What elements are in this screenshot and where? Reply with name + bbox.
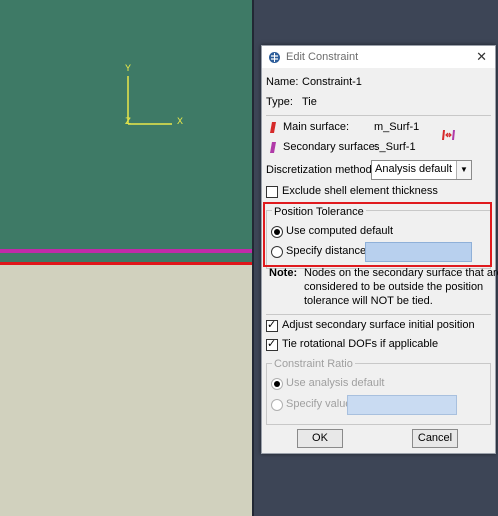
constraint-ratio-title: Constraint Ratio <box>272 358 355 370</box>
specify-value-label: Specify value <box>286 398 352 410</box>
divider <box>266 115 491 116</box>
viewport-lower-region <box>0 265 252 516</box>
dialog-app-icon <box>268 51 281 67</box>
discretization-value: Analysis default <box>375 163 453 175</box>
name-value: Constraint-1 <box>302 76 362 88</box>
divider <box>266 314 491 315</box>
discretization-select[interactable]: Analysis default ▼ <box>371 160 472 180</box>
chevron-down-icon[interactable]: ▼ <box>456 161 471 179</box>
axis-triad: Y X Z <box>118 62 198 132</box>
note-label: Note: <box>269 267 298 279</box>
adjust-secondary-label: Adjust secondary surface initial positio… <box>282 319 475 331</box>
close-icon[interactable]: ✕ <box>476 49 487 65</box>
ok-button[interactable]: OK <box>297 429 343 448</box>
edit-constraint-dialog: Edit Constraint ✕ Name: Constraint-1 Typ… <box>261 45 498 454</box>
note-line-1: Nodes on the secondary surface that are <box>304 267 498 279</box>
specify-distance-input[interactable] <box>365 242 472 262</box>
main-surface-icon <box>269 121 277 137</box>
axis-x-label: X <box>177 117 184 128</box>
use-analysis-default-radio[interactable] <box>271 378 283 390</box>
cancel-button[interactable]: Cancel <box>412 429 458 448</box>
use-computed-label: Use computed default <box>286 225 394 237</box>
axis-z-label: Z <box>125 117 132 128</box>
tie-rotational-checkbox[interactable] <box>266 337 278 351</box>
tie-rotational-label: Tie rotational DOFs if applicable <box>282 338 439 350</box>
swap-icon[interactable] <box>440 128 458 145</box>
type-label: Type: <box>266 96 293 108</box>
exclude-shell-checkbox[interactable] <box>266 186 278 198</box>
name-label: Name: <box>266 76 299 88</box>
specify-distance-radio[interactable] <box>271 246 283 258</box>
exclude-shell-label: Exclude shell element thickness <box>282 185 438 197</box>
use-analysis-default-label: Use analysis default <box>286 377 385 389</box>
specify-value-input[interactable] <box>347 395 457 415</box>
adjust-secondary-checkbox[interactable] <box>266 318 278 332</box>
use-computed-radio[interactable] <box>271 226 283 238</box>
secondary-surface-icon <box>269 141 277 157</box>
specify-distance-label: Specify distance: <box>286 245 370 257</box>
axis-y-label: Y <box>125 64 132 75</box>
dialog-title: Edit Constraint <box>286 51 359 63</box>
dialog-titlebar[interactable]: Edit Constraint ✕ <box>262 46 495 68</box>
type-value: Tie <box>302 96 317 108</box>
main-surface-value: m_Surf-1 <box>374 121 420 133</box>
specify-value-radio[interactable] <box>271 399 283 411</box>
constraint-ratio-group <box>266 363 491 425</box>
viewport-gap <box>0 253 252 262</box>
secondary-surface-value: s_Surf-1 <box>374 141 416 153</box>
note-line-3: tolerance will NOT be tied. <box>304 295 433 307</box>
main-surface-label: Main surface: <box>283 121 350 133</box>
viewport-border <box>252 0 254 516</box>
note-line-2: considered to be outside the position <box>304 281 484 293</box>
position-tolerance-title: Position Tolerance <box>272 206 366 218</box>
discretization-label: Discretization method: <box>266 164 375 176</box>
secondary-surface-label: Secondary surface: <box>283 141 378 153</box>
